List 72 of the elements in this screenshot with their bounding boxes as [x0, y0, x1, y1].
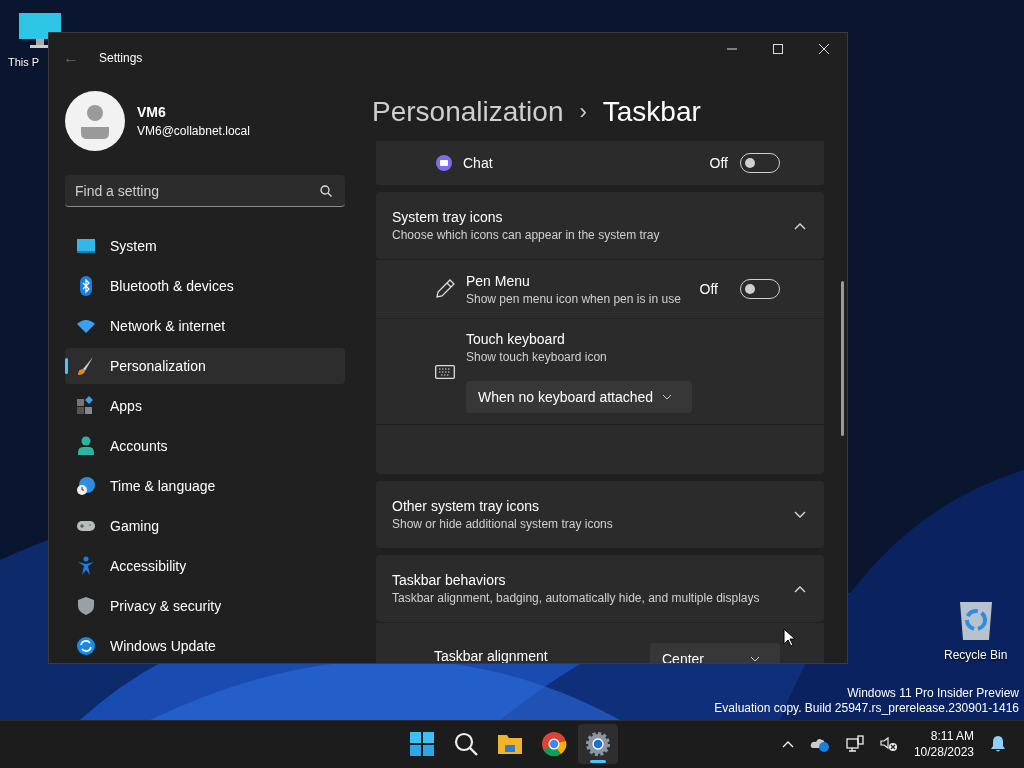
chevron-up-icon — [794, 584, 806, 593]
expander-header[interactable]: Taskbar behaviors Taskbar alignment, badging, automatically hide, and multiple displays — [376, 555, 824, 622]
sidebar-item[interactable]: Gaming — [65, 508, 345, 544]
sidebar-item[interactable]: Accounts — [65, 428, 345, 464]
network-icon[interactable] — [845, 735, 864, 753]
dropdown[interactable]: When no keyboard attached — [466, 380, 692, 413]
chat-icon — [435, 154, 453, 172]
section-title: Taskbar behaviors — [392, 572, 507, 588]
search-icon — [453, 731, 479, 757]
pen-icon — [434, 278, 456, 300]
sidebar-item[interactable]: Network & internet — [65, 308, 345, 344]
page-title: Taskbar — [602, 96, 701, 128]
setting-label: Chat — [463, 155, 493, 171]
sidebar-item[interactable]: Time & language — [65, 468, 345, 504]
refresh-icon — [76, 636, 96, 656]
toggle-state: Off — [709, 155, 728, 171]
user-email: VM6@collabnet.local — [137, 124, 250, 138]
sidebar-item[interactable]: System — [65, 228, 345, 264]
windows-logo-icon — [409, 731, 435, 757]
apps-icon — [76, 396, 96, 416]
setting-label: Touch keyboard — [466, 330, 566, 347]
sidebar-item[interactable]: Apps — [65, 388, 345, 424]
toggle-state: Off — [699, 281, 718, 297]
section-description: Choose which icons can appear in the system tray — [392, 228, 660, 242]
accessibility-icon — [76, 556, 96, 576]
keyboard-icon — [434, 364, 456, 379]
section-description: Show or hide additional system tray icons — [392, 517, 613, 531]
sidebar-item[interactable]: Accessibility — [65, 548, 345, 584]
sidebar-item[interactable]: Personalization — [65, 348, 345, 384]
sidebar-item[interactable]: Bluetooth & devices — [65, 268, 345, 304]
person-icon — [76, 436, 96, 456]
settings-button[interactable] — [578, 724, 618, 764]
search-icon — [320, 185, 332, 197]
sidebar-item[interactable]: Windows Update — [65, 628, 345, 663]
desktop-icon-label[interactable]: This P — [8, 56, 40, 68]
chevron-down-icon — [750, 656, 760, 662]
watermark-text: Windows 11 Pro Insider Preview — [847, 686, 1019, 701]
window-title: Settings — [99, 51, 143, 65]
cloud-icon[interactable] — [809, 736, 830, 752]
watermark-text: Evaluation copy. Build 25947.rs_prerelease.230901-1416 — [714, 701, 1019, 716]
monitor-icon — [76, 236, 96, 256]
bell-icon[interactable] — [990, 735, 1006, 753]
breadcrumb-separator: › — [579, 99, 587, 125]
clock-date[interactable]: 10/28/2023 — [913, 744, 974, 760]
avatar[interactable] — [65, 91, 125, 151]
browser-icon — [541, 731, 567, 757]
search-field[interactable]: Find a setting — [65, 175, 345, 207]
expander-header[interactable]: Other system tray icons Show or hide additional system tray icons — [376, 481, 824, 548]
chevron-up-icon — [794, 221, 806, 230]
clock-time[interactable]: 8:11 AM — [930, 728, 974, 744]
chevron-down-icon — [662, 393, 672, 400]
sidebar-item[interactable]: Privacy & security — [65, 588, 345, 624]
monitor-icon[interactable] — [18, 12, 62, 50]
mouse-pointer-icon — [783, 628, 795, 647]
user-name: VM6 — [137, 104, 167, 120]
section-title: System tray icons — [392, 209, 504, 225]
setting-label: Taskbar alignment — [434, 648, 548, 663]
scrollbar[interactable] — [841, 281, 844, 436]
shield-icon — [76, 596, 96, 616]
muted-speaker-icon[interactable] — [879, 736, 898, 752]
setting-description: Show pen menu icon when pen is in use — [466, 291, 681, 306]
expander-header[interactable]: System tray icons Choose which icons can appear in the system tray — [376, 192, 824, 259]
chevron-up-icon[interactable] — [781, 740, 794, 748]
globe-clock-icon — [76, 476, 96, 496]
setting-description: Show touch keyboard icon — [466, 349, 608, 364]
breadcrumb-link[interactable]: Personalization — [372, 96, 564, 128]
setting-label: Pen Menu — [466, 272, 531, 289]
section-title: Other system tray icons — [392, 498, 541, 514]
section-description: Taskbar alignment, badging, automatically hide, and multiple displays — [392, 591, 760, 605]
desktop-icon-label[interactable]: Recycle Bin — [944, 648, 1008, 662]
gear-icon — [585, 731, 611, 757]
chevron-down-icon — [794, 510, 806, 519]
